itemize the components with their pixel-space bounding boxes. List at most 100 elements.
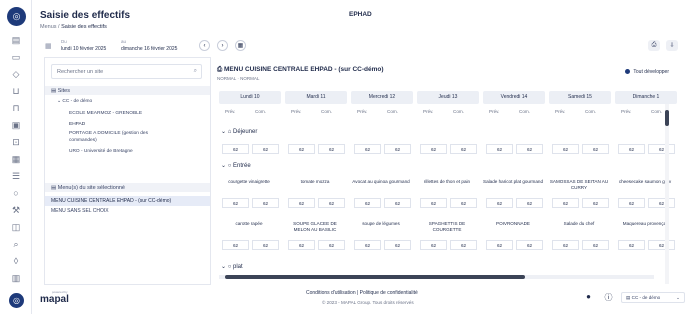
prev-value-input[interactable]: 62 [618,240,645,250]
com-value-input[interactable]: 62 [252,198,279,208]
search-icon[interactable]: ⌕ [194,68,197,75]
menu-item[interactable]: MENU SANS SEL CHOIX [51,208,109,214]
prev-value-input[interactable]: 62 [618,144,645,154]
print-button[interactable]: ⎙ [648,40,660,51]
list-icon[interactable]: ☰ [10,170,22,182]
com-value-input[interactable]: 62 [648,240,675,250]
prev-value-input[interactable]: 62 [486,144,513,154]
to-date[interactable]: dimanche 16 février 2025 [121,46,177,52]
sites-section-header[interactable]: ▤ Sites [45,86,210,95]
site-panel: Rechercher un site ⌕ ▤ Sites ⌄ CC - de d… [44,57,211,285]
dish-name: SOUPE GLACEE DE MELON AU BASILIC [293,221,337,232]
vertical-scrollbar[interactable] [665,104,669,284]
tree-item-cc-demo[interactable]: ⌄ CC - de démo [57,99,92,105]
com-value-input[interactable]: 62 [450,144,477,154]
cart-icon[interactable]: ⊔ [10,85,22,97]
footer-links[interactable]: Conditions d'utilisation | Politique de … [306,290,418,296]
site-search-input[interactable]: Rechercher un site ⌕ [51,64,202,79]
prev-value-input[interactable]: 62 [288,198,315,208]
prev-value-input[interactable]: 62 [354,240,381,250]
basket-icon[interactable]: ⊓ [10,102,22,114]
com-value-input[interactable]: 62 [252,240,279,250]
prev-value-input[interactable]: 62 [288,240,315,250]
group-entree[interactable]: ⌄ ○ Entrée [221,162,251,169]
info-icon[interactable]: ⓘ [603,292,614,303]
prev-value-input[interactable]: 62 [552,240,579,250]
calendar-picker-button[interactable]: ▦ [235,40,246,51]
next-week-button[interactable]: › [217,40,228,51]
com-value-input[interactable]: 62 [648,198,675,208]
to-label: au [121,39,127,44]
from-date[interactable]: lundi 10 février 2025 [61,46,106,52]
com-value-input[interactable]: 62 [450,240,477,250]
calendar-icon[interactable]: ▤ [10,34,22,46]
document-icon[interactable]: ▭ [10,51,22,63]
com-value-input[interactable]: 62 [450,198,477,208]
breadcrumb-menus[interactable]: Menus [40,24,57,30]
dish-name: Salade du chef [563,221,595,226]
com-value-input[interactable]: 62 [648,144,675,154]
horizontal-scrollbar[interactable] [219,275,654,279]
com-value-input[interactable]: 62 [384,144,411,154]
tag-icon[interactable]: ◊ [10,255,22,267]
prev-value-input[interactable]: 62 [222,240,249,250]
truck-icon[interactable]: ▣ [10,119,22,131]
chat-bubble-icon[interactable]: ● [583,292,594,303]
site-select[interactable]: ▤ CC - de démo ⌄ [621,292,685,303]
export-button[interactable]: ⇩ [666,40,678,51]
grid-icon[interactable]: ▦ [10,153,22,165]
prev-value-input[interactable]: 62 [552,198,579,208]
database-icon[interactable]: ◫ [10,221,22,233]
com-value-input[interactable]: 62 [582,240,609,250]
day-header: Dimanche 1 [615,91,677,104]
calendar-filter-icon[interactable]: ▦ [45,42,53,50]
menu-item-selected[interactable]: MENU CUISINE CENTRALE EHPAD - (sur CC-dé… [45,196,210,206]
com-value-input[interactable]: 62 [516,240,543,250]
com-value-input[interactable]: 62 [384,198,411,208]
prev-column-label: Prév. [555,109,566,114]
prev-value-input[interactable]: 62 [618,198,645,208]
tree-item-uro[interactable]: URO - Université de Bretagne [69,149,133,155]
prev-value-input[interactable]: 62 [222,198,249,208]
com-value-input[interactable]: 62 [582,144,609,154]
tree-item-portage[interactable]: PORTAGE A DOMICILE (gestion des [69,131,148,137]
menus-icon: ▤ [51,185,58,191]
menu-print-icon[interactable]: ⎙ [217,66,224,73]
dish-name: courgette vinaigrette [228,179,270,184]
report-icon[interactable]: ▥ [10,272,22,284]
prev-value-input[interactable]: 62 [420,240,447,250]
prev-week-button[interactable]: ‹ [199,40,210,51]
expand-all-toggle[interactable]: Tout développer [625,69,669,75]
prev-value-input[interactable]: 62 [354,198,381,208]
prev-value-input[interactable]: 62 [486,240,513,250]
group-lunch[interactable]: ⌄ ⌂ Déjeuner [221,128,257,135]
tool-icon[interactable]: ⚒ [10,204,22,216]
tree-item-portage-2[interactable]: commandes) [69,138,97,144]
prev-value-input[interactable]: 62 [420,144,447,154]
tree-item-ehpad[interactable]: EHPAD [69,122,85,128]
prev-value-input[interactable]: 62 [354,144,381,154]
com-value-input[interactable]: 62 [252,144,279,154]
prev-value-input[interactable]: 62 [420,198,447,208]
com-value-input[interactable]: 62 [318,144,345,154]
com-value-input[interactable]: 62 [582,198,609,208]
prev-value-input[interactable]: 62 [222,144,249,154]
profile-logo-icon[interactable]: ◎ [9,293,24,308]
breadcrumb-current: Saisie des effectifs [61,24,107,30]
com-value-input[interactable]: 62 [318,240,345,250]
app-logo-icon[interactable]: ◎ [7,7,26,26]
prev-value-input[interactable]: 62 [486,198,513,208]
com-value-input[interactable]: 62 [318,198,345,208]
prev-value-input[interactable]: 62 [552,144,579,154]
bell-icon[interactable]: ◇ [10,68,22,80]
chat-icon[interactable]: ○ [10,187,22,199]
tree-item-ecole[interactable]: ECOLE MEARMOZ - GRENOBLE [69,111,142,117]
com-value-input[interactable]: 62 [384,240,411,250]
com-value-input[interactable]: 62 [516,144,543,154]
mapal-logo: powered by mapal [40,290,69,305]
search-doc-icon[interactable]: ⌕ [10,238,22,250]
group-plat[interactable]: ⌄ ○ plat [221,263,243,270]
package-icon[interactable]: ⊡ [10,136,22,148]
com-value-input[interactable]: 62 [516,198,543,208]
prev-value-input[interactable]: 62 [288,144,315,154]
